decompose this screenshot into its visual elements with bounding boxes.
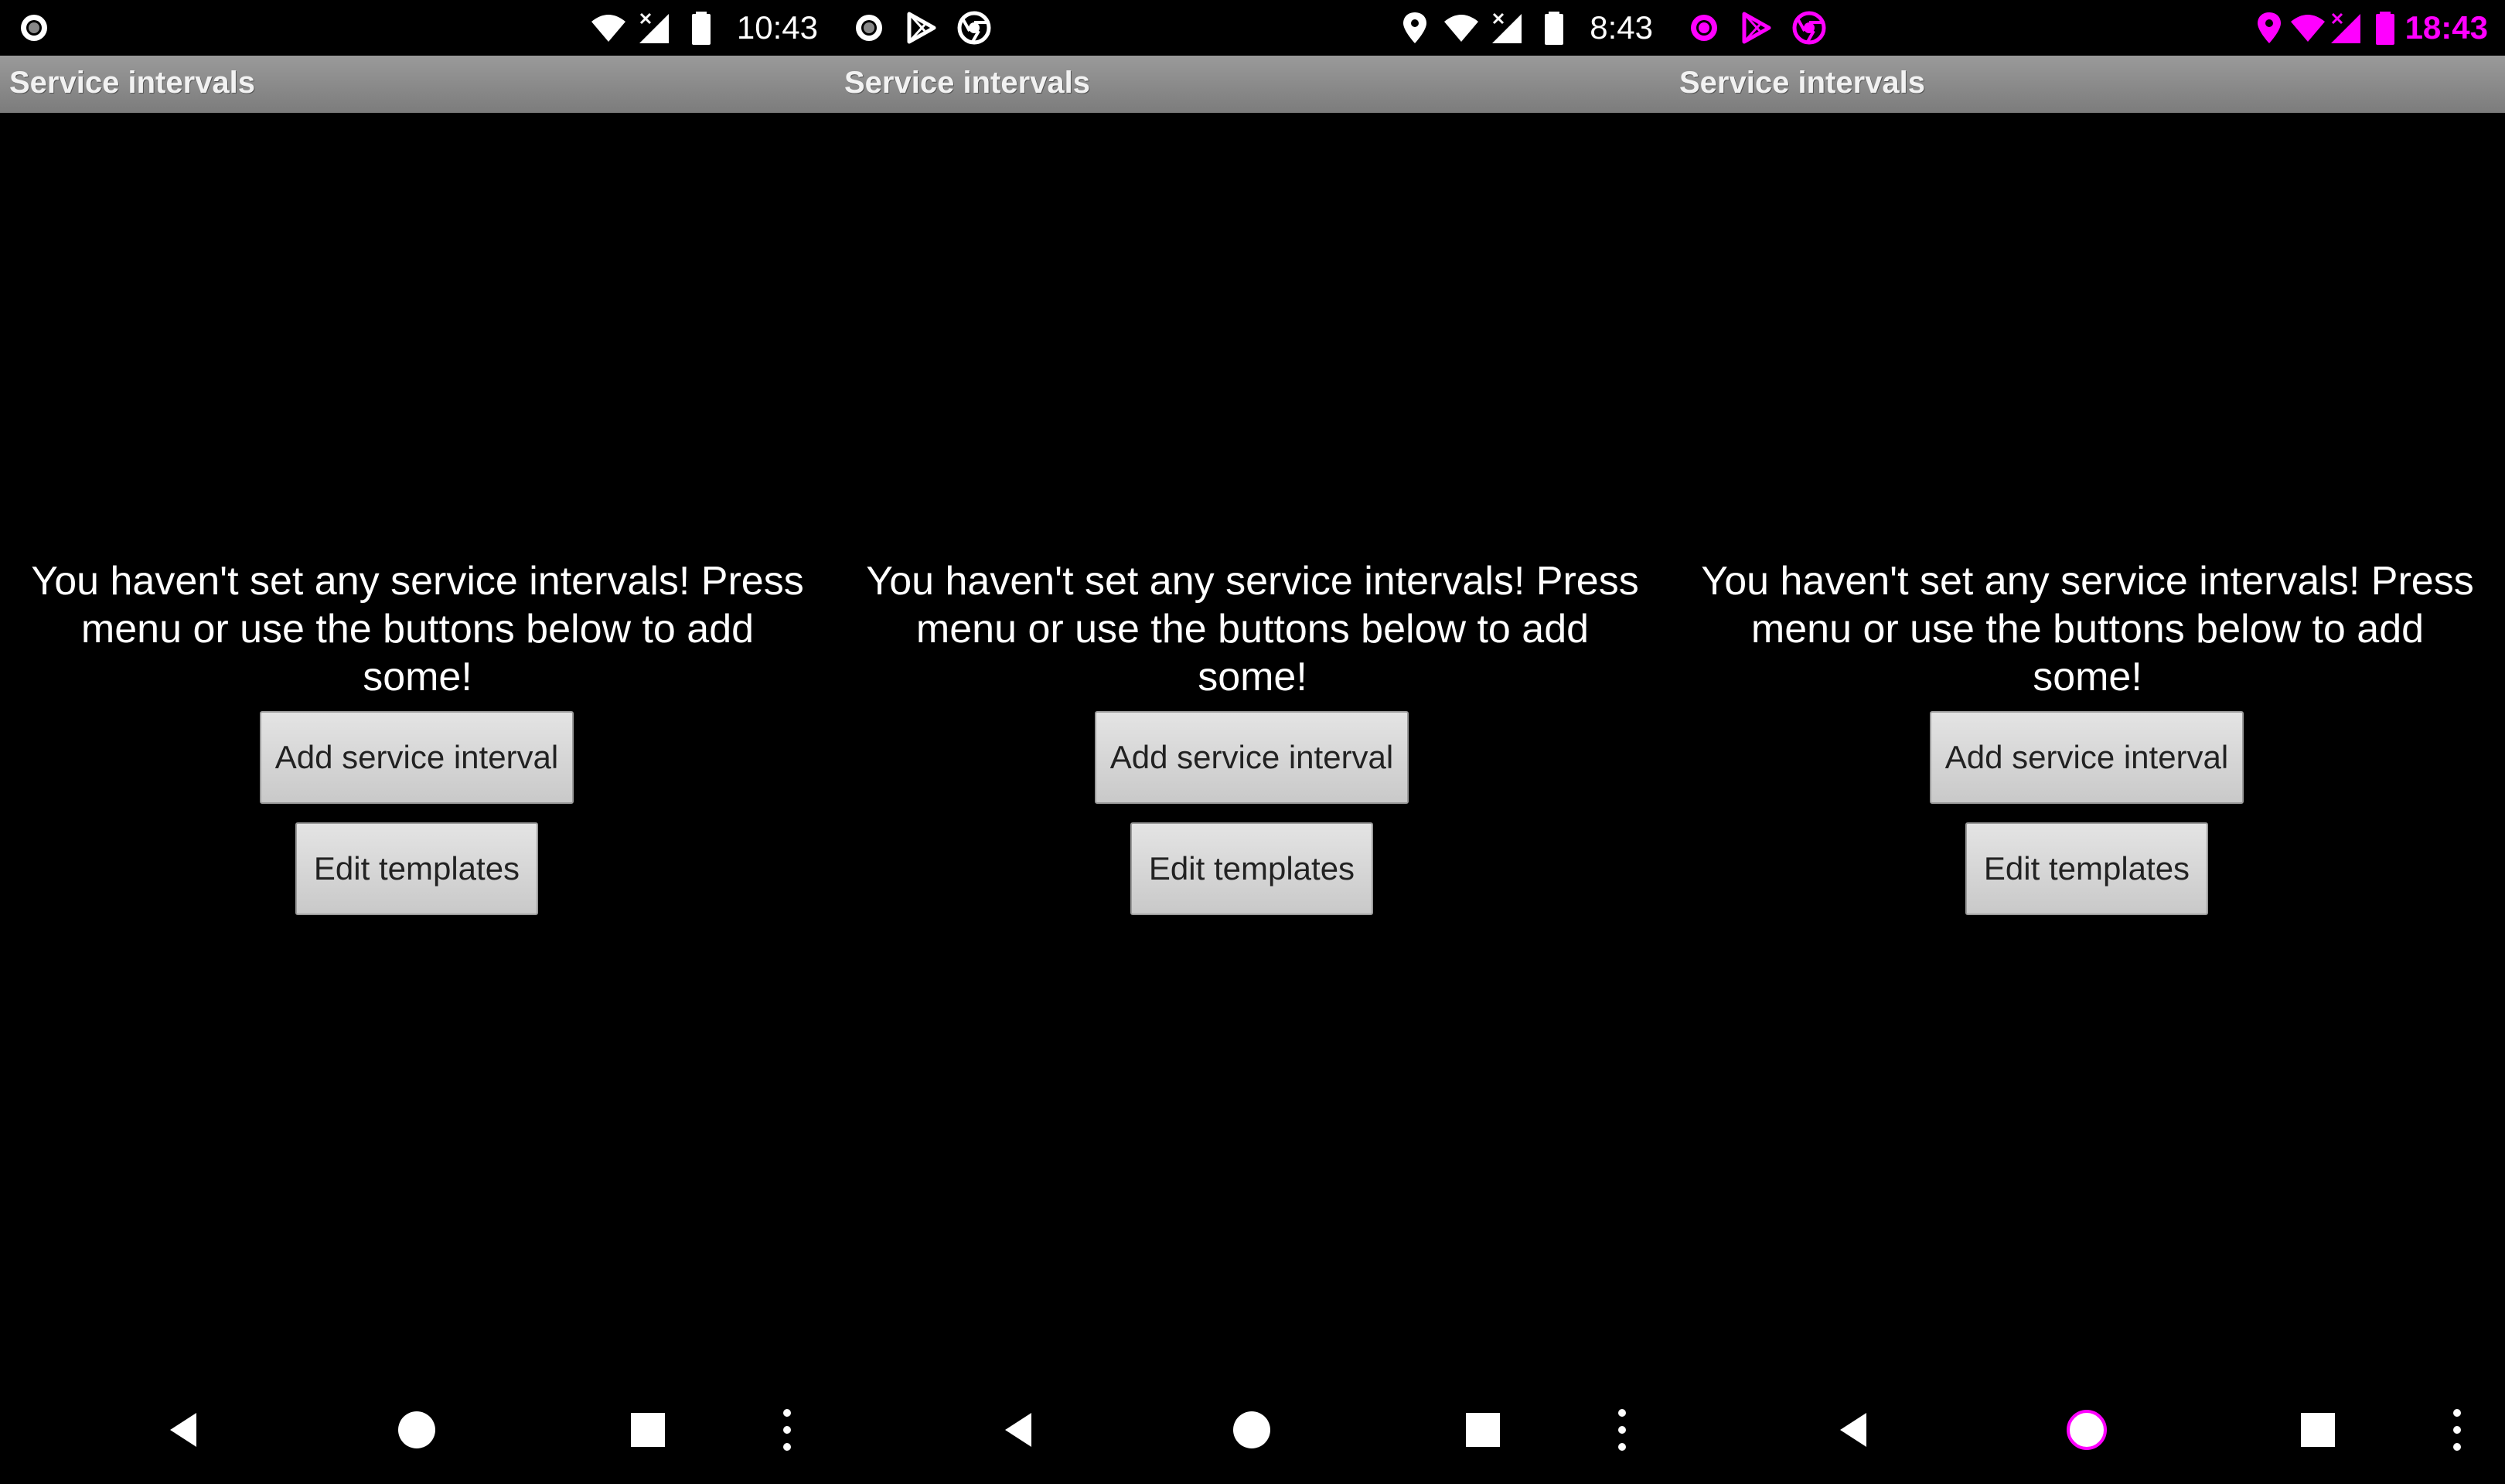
recents-icon[interactable] (2295, 1407, 2341, 1453)
play-store-icon (1738, 9, 1775, 46)
signal-no-service-icon (1489, 9, 1526, 46)
home-icon[interactable] (394, 1407, 440, 1453)
empty-state-message: You haven't set any service intervals! P… (1701, 559, 2474, 699)
edit-templates-button[interactable]: Edit templates (1965, 822, 2208, 915)
overflow-menu-icon[interactable] (2434, 1407, 2480, 1453)
content-area: You haven't set any service intervals! P… (1670, 113, 2505, 1360)
add-service-interval-button[interactable]: Add service interval (1095, 711, 1409, 804)
phone-screen-1: 10:43 Service intervals You haven't set … (0, 0, 835, 1484)
status-bar: 10:43 (0, 0, 835, 56)
status-time: 18:43 (2404, 9, 2488, 46)
status-time: 8:43 (1590, 9, 1653, 46)
status-left-icons (1685, 9, 1828, 46)
overflow-menu-icon[interactable] (1599, 1407, 1645, 1453)
recents-icon[interactable] (625, 1407, 671, 1453)
status-bar: 18:43 (1670, 0, 2505, 56)
content-area: You haven't set any service intervals! P… (0, 113, 835, 1360)
empty-state-message: You haven't set any service intervals! P… (31, 559, 804, 699)
status-time: 10:43 (736, 9, 818, 46)
chrome-icon (956, 9, 993, 46)
status-right-icons: 10:43 (590, 9, 818, 46)
play-store-icon (903, 9, 940, 46)
battery-icon (2367, 9, 2404, 46)
phone-screen-3: 18:43 Service intervals You haven't set … (1670, 0, 2505, 1484)
home-icon[interactable] (1229, 1407, 1275, 1453)
status-right-icons: 8:43 (1396, 9, 1653, 46)
title-bar: Service intervals (0, 56, 835, 113)
screens-container: 10:43 Service intervals You haven't set … (0, 0, 2505, 1484)
add-service-interval-button[interactable]: Add service interval (1930, 711, 2244, 804)
signal-no-service-icon (2328, 9, 2365, 46)
circle-record-icon (850, 9, 888, 46)
title-bar: Service intervals (1670, 56, 2505, 113)
circle-record-icon (15, 9, 53, 46)
edit-templates-button[interactable]: Edit templates (295, 822, 538, 915)
location-icon (1396, 9, 1433, 46)
empty-state-message: You haven't set any service intervals! P… (866, 559, 1639, 699)
status-right-icons: 18:43 (2251, 9, 2488, 46)
wifi-icon (1443, 9, 1480, 46)
location-icon (2251, 9, 2288, 46)
edit-templates-button[interactable]: Edit templates (1130, 822, 1373, 915)
wifi-icon (2289, 9, 2326, 46)
battery-icon (1535, 9, 1573, 46)
navigation-bar (1670, 1376, 2505, 1484)
navigation-bar (835, 1376, 1670, 1484)
wifi-icon (590, 9, 627, 46)
back-icon[interactable] (1832, 1407, 1879, 1453)
home-icon[interactable] (2064, 1407, 2110, 1453)
title-bar: Service intervals (835, 56, 1670, 113)
back-icon[interactable] (997, 1407, 1044, 1453)
content-area: You haven't set any service intervals! P… (835, 113, 1670, 1360)
page-title: Service intervals (1679, 66, 1925, 100)
phone-screen-2: 8:43 Service intervals You haven't set a… (835, 0, 1670, 1484)
status-bar: 8:43 (835, 0, 1670, 56)
page-title: Service intervals (9, 66, 255, 100)
add-service-interval-button[interactable]: Add service interval (260, 711, 574, 804)
recents-icon[interactable] (1460, 1407, 1506, 1453)
signal-no-service-icon (636, 9, 673, 46)
chrome-icon (1791, 9, 1828, 46)
battery-icon (683, 9, 720, 46)
page-title: Service intervals (844, 66, 1090, 100)
overflow-menu-icon[interactable] (764, 1407, 810, 1453)
status-left-icons (15, 9, 53, 46)
status-left-icons (850, 9, 993, 46)
back-icon[interactable] (162, 1407, 209, 1453)
navigation-bar (0, 1376, 835, 1484)
circle-record-icon (1685, 9, 1723, 46)
